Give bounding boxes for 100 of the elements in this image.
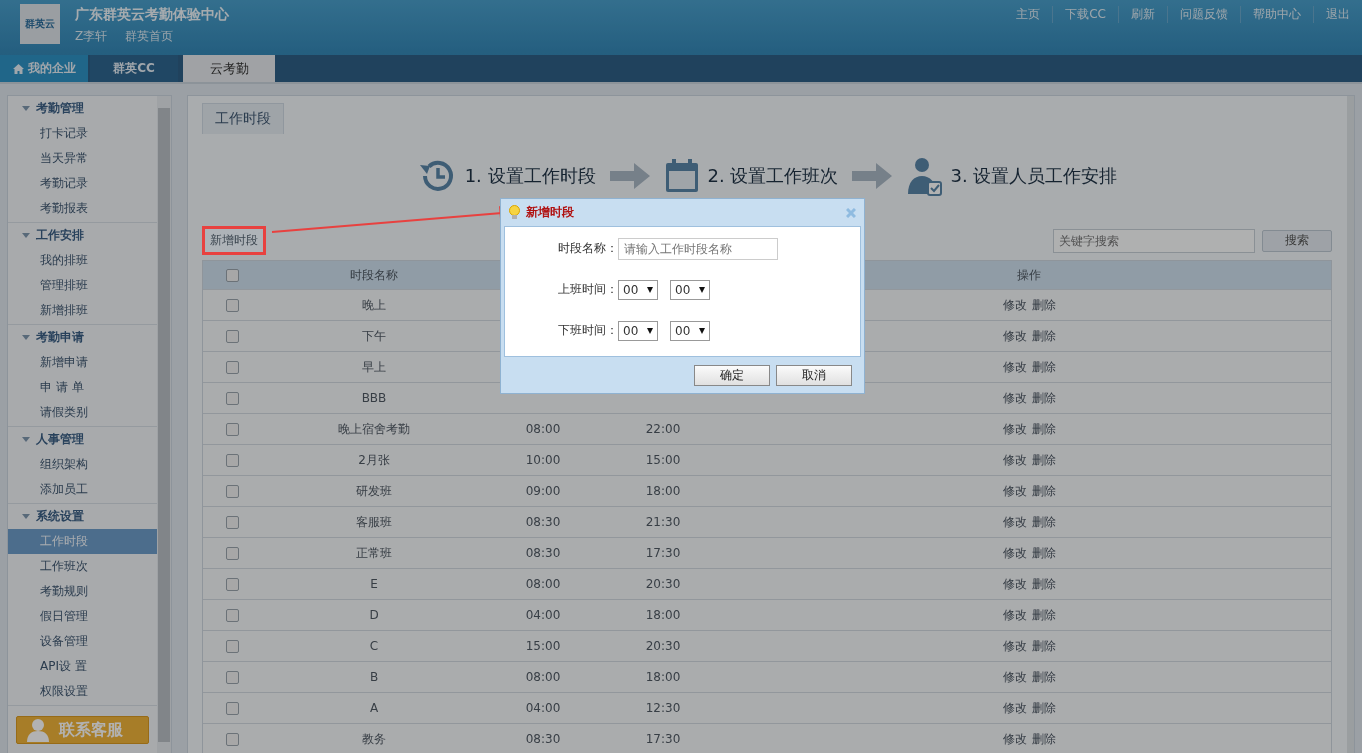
sidebar-item[interactable]: 设备管理	[8, 629, 157, 654]
column-header: 时段名称	[349, 266, 399, 284]
app-title: 广东群英云考勤体验中心	[75, 6, 229, 24]
table-cell-text: 20:30	[644, 639, 682, 653]
sidebar-item[interactable]: 我的排班	[8, 248, 157, 273]
action-link[interactable]: 修改	[1002, 358, 1027, 376]
action-link[interactable]: 删除	[1031, 637, 1056, 655]
sidebar-group[interactable]: 考勤申请	[8, 325, 157, 350]
sidebar-item[interactable]: API设 置	[8, 654, 157, 679]
hour-select[interactable]: 00	[618, 279, 658, 300]
checkbox[interactable]	[225, 484, 239, 498]
checkbox[interactable]	[225, 732, 239, 746]
action-link[interactable]: 修改	[1002, 668, 1027, 686]
action-link[interactable]: 修改	[1002, 513, 1027, 531]
nav-tab[interactable]: 群英CC	[90, 55, 178, 82]
sidebar-item[interactable]: 新增排班	[8, 298, 157, 323]
checkbox[interactable]	[225, 453, 239, 467]
input-field[interactable]: 请输入工作时段名称	[618, 237, 778, 260]
dialog-button[interactable]: 取消	[776, 365, 852, 386]
sidebar-item[interactable]: 假日管理	[8, 604, 157, 629]
action-link[interactable]: 删除	[1031, 544, 1056, 562]
checkbox[interactable]	[225, 670, 239, 684]
action-link[interactable]: 删除	[1031, 730, 1056, 748]
dialog-title: 新增时段	[526, 204, 574, 221]
sidebar-item[interactable]: 管理排班	[8, 273, 157, 298]
action-link[interactable]: 删除	[1031, 420, 1056, 438]
action-link[interactable]: 修改	[1002, 389, 1027, 407]
sidebar-item[interactable]: 请假类别	[8, 400, 157, 425]
action-link[interactable]: 删除	[1031, 575, 1056, 593]
step-label: 1. 设置工作时段	[464, 164, 596, 188]
caret-icon	[647, 327, 653, 334]
action-link[interactable]: 删除	[1031, 451, 1056, 469]
hour-select[interactable]: 00	[618, 320, 658, 341]
action-link[interactable]: 修改	[1002, 296, 1027, 314]
checkbox[interactable]	[225, 268, 239, 282]
action-link[interactable]: 删除	[1031, 606, 1056, 624]
sidebar-item[interactable]: 权限设置	[8, 679, 157, 704]
action-link[interactable]: 修改	[1002, 482, 1027, 500]
sidebar-item[interactable]: 申 请 单	[8, 375, 157, 400]
sidebar-group[interactable]: 系统设置	[8, 504, 157, 529]
search-field[interactable]: 关键字搜索	[1053, 228, 1255, 253]
table-cell-text: 18:00	[644, 608, 682, 622]
table-cell-text: 12:30	[644, 701, 682, 715]
action-link[interactable]: 删除	[1031, 668, 1056, 686]
sidebar-group[interactable]: 考勤管理	[8, 96, 157, 121]
minute-select[interactable]: 00	[670, 320, 710, 341]
action-link[interactable]: 删除	[1031, 482, 1056, 500]
table-cell-text: 17:30	[644, 546, 682, 560]
checkbox[interactable]	[225, 329, 239, 343]
caret-icon	[647, 286, 653, 293]
action-link[interactable]: 修改	[1002, 575, 1027, 593]
checkbox[interactable]	[225, 577, 239, 591]
checkbox[interactable]	[225, 701, 239, 715]
action-link[interactable]: 修改	[1002, 637, 1027, 655]
checkbox[interactable]	[225, 515, 239, 529]
table-cell-text: BBB	[360, 391, 388, 405]
sidebar-item[interactable]: 添加员工	[8, 477, 157, 502]
action-link[interactable]: 删除	[1031, 513, 1056, 531]
close-icon[interactable]	[846, 207, 856, 218]
checkbox[interactable]	[225, 298, 239, 312]
caret-icon	[699, 286, 705, 293]
sidebar-item[interactable]: 工作班次	[8, 554, 157, 579]
panel-title: 工作时段	[202, 103, 284, 134]
checkbox[interactable]	[225, 546, 239, 560]
sidebar-group[interactable]: 人事管理	[8, 427, 157, 452]
action-link[interactable]: 修改	[1002, 606, 1027, 624]
checkbox[interactable]	[225, 391, 239, 405]
scrollbar[interactable]	[157, 96, 171, 753]
nav-tab[interactable]: 云考勤	[183, 55, 275, 82]
checkbox[interactable]	[225, 422, 239, 436]
checkbox[interactable]	[225, 360, 239, 374]
action-link[interactable]: 修改	[1002, 451, 1027, 469]
action-link[interactable]: 修改	[1002, 420, 1027, 438]
checkbox[interactable]	[225, 608, 239, 622]
sidebar-item[interactable]: 考勤记录	[8, 171, 157, 196]
add-button[interactable]: 新增时段	[202, 226, 266, 255]
logo: 群英云	[20, 4, 60, 44]
sidebar-item[interactable]: 打卡记录	[8, 121, 157, 146]
action-link[interactable]: 修改	[1002, 699, 1027, 717]
action-link[interactable]: 删除	[1031, 699, 1056, 717]
checkbox[interactable]	[225, 639, 239, 653]
scrollbar[interactable]	[1347, 96, 1354, 753]
action-link[interactable]: 删除	[1031, 296, 1056, 314]
caret-icon	[699, 327, 705, 334]
dialog-button[interactable]: 确定	[694, 365, 770, 386]
home-link[interactable]: 群英首页	[125, 28, 174, 45]
sidebar-item[interactable]: 考勤报表	[8, 196, 157, 221]
search-button[interactable]: 搜索	[1262, 229, 1332, 252]
sidebar-group[interactable]: 工作安排	[8, 223, 157, 248]
sidebar-item[interactable]: 考勤规则	[8, 579, 157, 604]
minute-select[interactable]: 00	[670, 279, 710, 300]
sidebar-item[interactable]: 当天异常	[8, 146, 157, 171]
sidebar-item[interactable]: 组织架构	[8, 452, 157, 477]
sidebar-item[interactable]: 新增申请	[8, 350, 157, 375]
action-link[interactable]: 修改	[1002, 327, 1027, 345]
action-link[interactable]: 修改	[1002, 544, 1027, 562]
action-link[interactable]: 删除	[1031, 327, 1056, 345]
action-link[interactable]: 删除	[1031, 389, 1056, 407]
action-link[interactable]: 修改	[1002, 730, 1027, 748]
action-link[interactable]: 删除	[1031, 358, 1056, 376]
